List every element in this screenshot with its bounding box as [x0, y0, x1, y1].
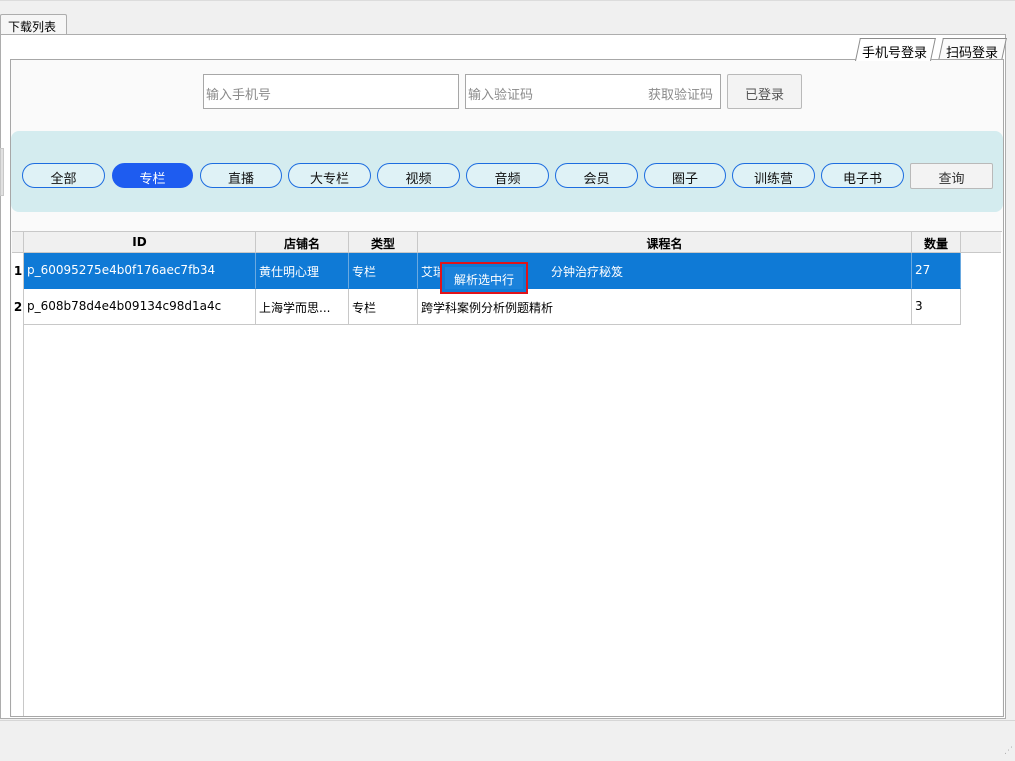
table-row[interactable]: p_608b78d4e4b09134c98d1a4c 上海学而思... 专栏 跨…	[24, 289, 961, 325]
window-top-edge	[0, 0, 1015, 1]
filter-audio[interactable]: 音频	[466, 163, 549, 188]
code-input-placeholder: 输入验证码	[468, 88, 534, 103]
resize-grip-icon[interactable]: ⋰	[1003, 747, 1013, 759]
query-button[interactable]: 查询	[910, 163, 993, 189]
filter-column[interactable]: 专栏	[112, 163, 193, 188]
cell-shop: 黄仕明心理	[256, 253, 349, 289]
status-bar: ⋰	[0, 720, 1015, 761]
filter-ebook[interactable]: 电子书	[821, 163, 904, 188]
cell-id: p_608b78d4e4b09134c98d1a4c	[24, 289, 256, 325]
phone-input-placeholder: 输入手机号	[206, 88, 272, 103]
cell-id: p_60095275e4b0f176aec7fb34	[24, 253, 256, 289]
context-menu: 解析选中行	[440, 262, 528, 294]
tab-phone-login[interactable]: 手机号登录	[855, 38, 936, 61]
header-filler	[961, 232, 1001, 253]
filter-member[interactable]: 会员	[555, 163, 638, 188]
filter-live[interactable]: 直播	[200, 163, 282, 188]
left-edge-handle	[0, 148, 4, 196]
cell-shop: 上海学而思...	[256, 289, 349, 325]
cell-count: 3	[912, 289, 961, 325]
phone-input[interactable]: 输入手机号	[203, 74, 459, 109]
code-input[interactable]: 输入验证码 获取验证码	[465, 74, 721, 109]
cell-course: 跨学科案例分析例题精析	[418, 289, 912, 325]
cell-type: 专栏	[349, 253, 418, 289]
tab-scan-login[interactable]: 扫码登录	[938, 38, 1007, 61]
filter-circle[interactable]: 圈子	[644, 163, 726, 188]
filter-video[interactable]: 视频	[377, 163, 460, 188]
row-number[interactable]: 1	[12, 253, 24, 289]
column-header-id[interactable]: ID	[24, 232, 256, 253]
tab-download-list[interactable]: 下载列表	[0, 14, 67, 35]
column-header-count[interactable]: 数量	[912, 232, 961, 253]
column-header-type[interactable]: 类型	[349, 232, 418, 253]
row-number[interactable]: 2	[12, 289, 24, 325]
column-header-shop[interactable]: 店铺名	[256, 232, 349, 253]
logged-in-button[interactable]: 已登录	[727, 74, 802, 109]
table-corner[interactable]	[12, 232, 24, 253]
filter-all[interactable]: 全部	[22, 163, 105, 188]
column-header-course[interactable]: 课程名	[418, 232, 912, 253]
cell-course-end: 分钟治疗秘笈	[551, 265, 624, 279]
parse-selected-row-item[interactable]: 解析选中行	[445, 267, 523, 289]
filter-big-column[interactable]: 大专栏	[288, 163, 371, 188]
cell-count: 27	[912, 253, 961, 289]
filter-camp[interactable]: 训练营	[732, 163, 815, 188]
cell-type: 专栏	[349, 289, 418, 325]
get-code-link[interactable]: 获取验证码	[648, 84, 713, 103]
